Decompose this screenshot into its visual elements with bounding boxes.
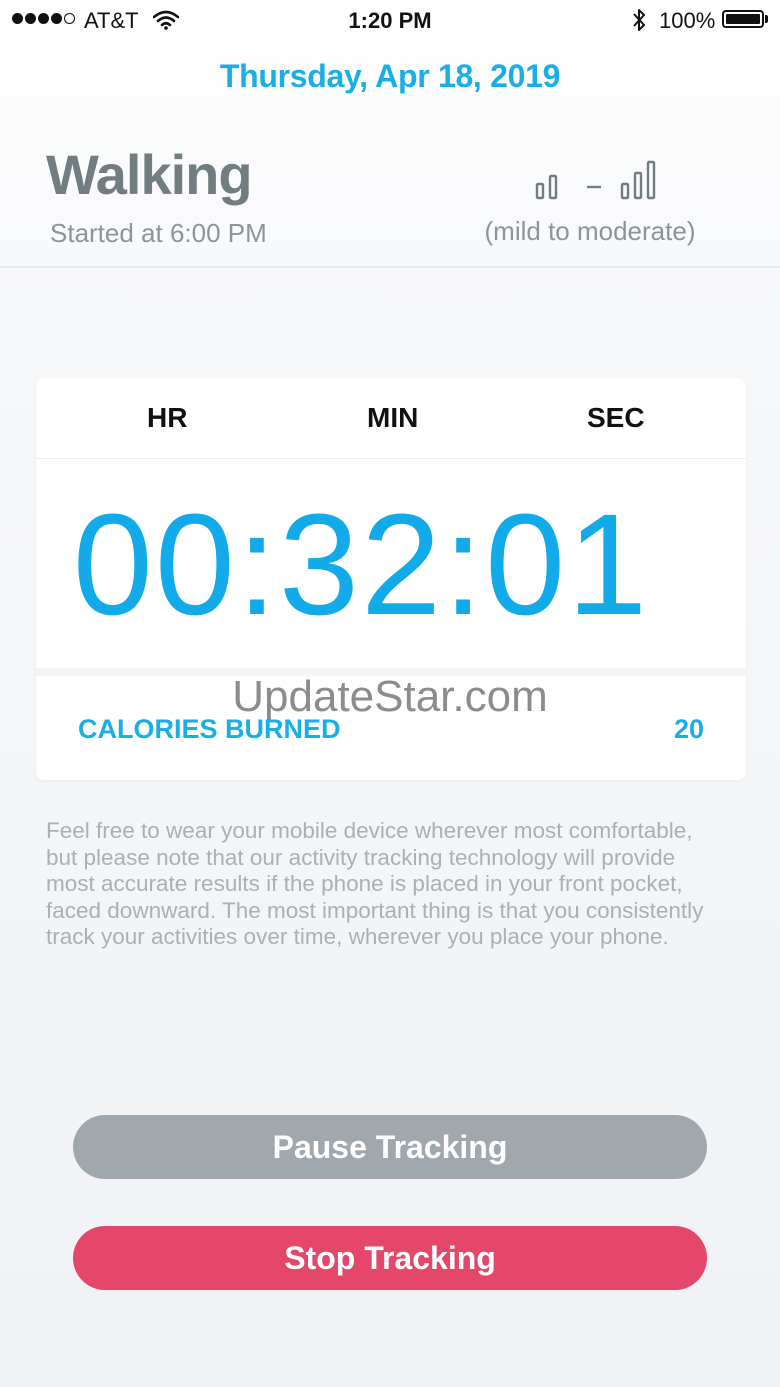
stop-tracking-button[interactable]: Stop Tracking <box>73 1226 707 1290</box>
battery-cap <box>765 15 768 23</box>
date-title: Thursday, Apr 18, 2019 <box>219 58 561 94</box>
battery-percent: 100% <box>659 8 716 33</box>
low-intensity-bars-icon <box>535 174 558 200</box>
timer-value: 00:32:01 <box>72 484 650 645</box>
battery-icon <box>722 10 764 28</box>
unit-seconds-label: SEC <box>587 402 645 433</box>
intensity-indicator <box>535 160 660 207</box>
high-intensity-bars-icon <box>620 160 656 200</box>
pause-tracking-button[interactable]: Pause Tracking <box>73 1115 707 1179</box>
watermark: UpdateStar.com <box>232 672 548 721</box>
bluetooth-icon <box>631 7 647 38</box>
timer-units-row: HR MIN SEC <box>36 378 746 459</box>
intensity-label: (mild to moderate) <box>484 216 696 246</box>
unit-minutes-label: MIN <box>367 402 419 433</box>
tracking-info-text: Feel free to wear your mobile device whe… <box>46 818 704 949</box>
activity-title: Walking <box>46 143 253 206</box>
unit-hours-label: HR <box>147 402 188 433</box>
activity-start-time: Started at 6:00 PM <box>50 218 267 248</box>
status-bar: AT&T 1:20 PM 100% <box>0 0 780 44</box>
activity-header: Walking Started at 6:00 PM (mild to mode… <box>0 120 780 268</box>
